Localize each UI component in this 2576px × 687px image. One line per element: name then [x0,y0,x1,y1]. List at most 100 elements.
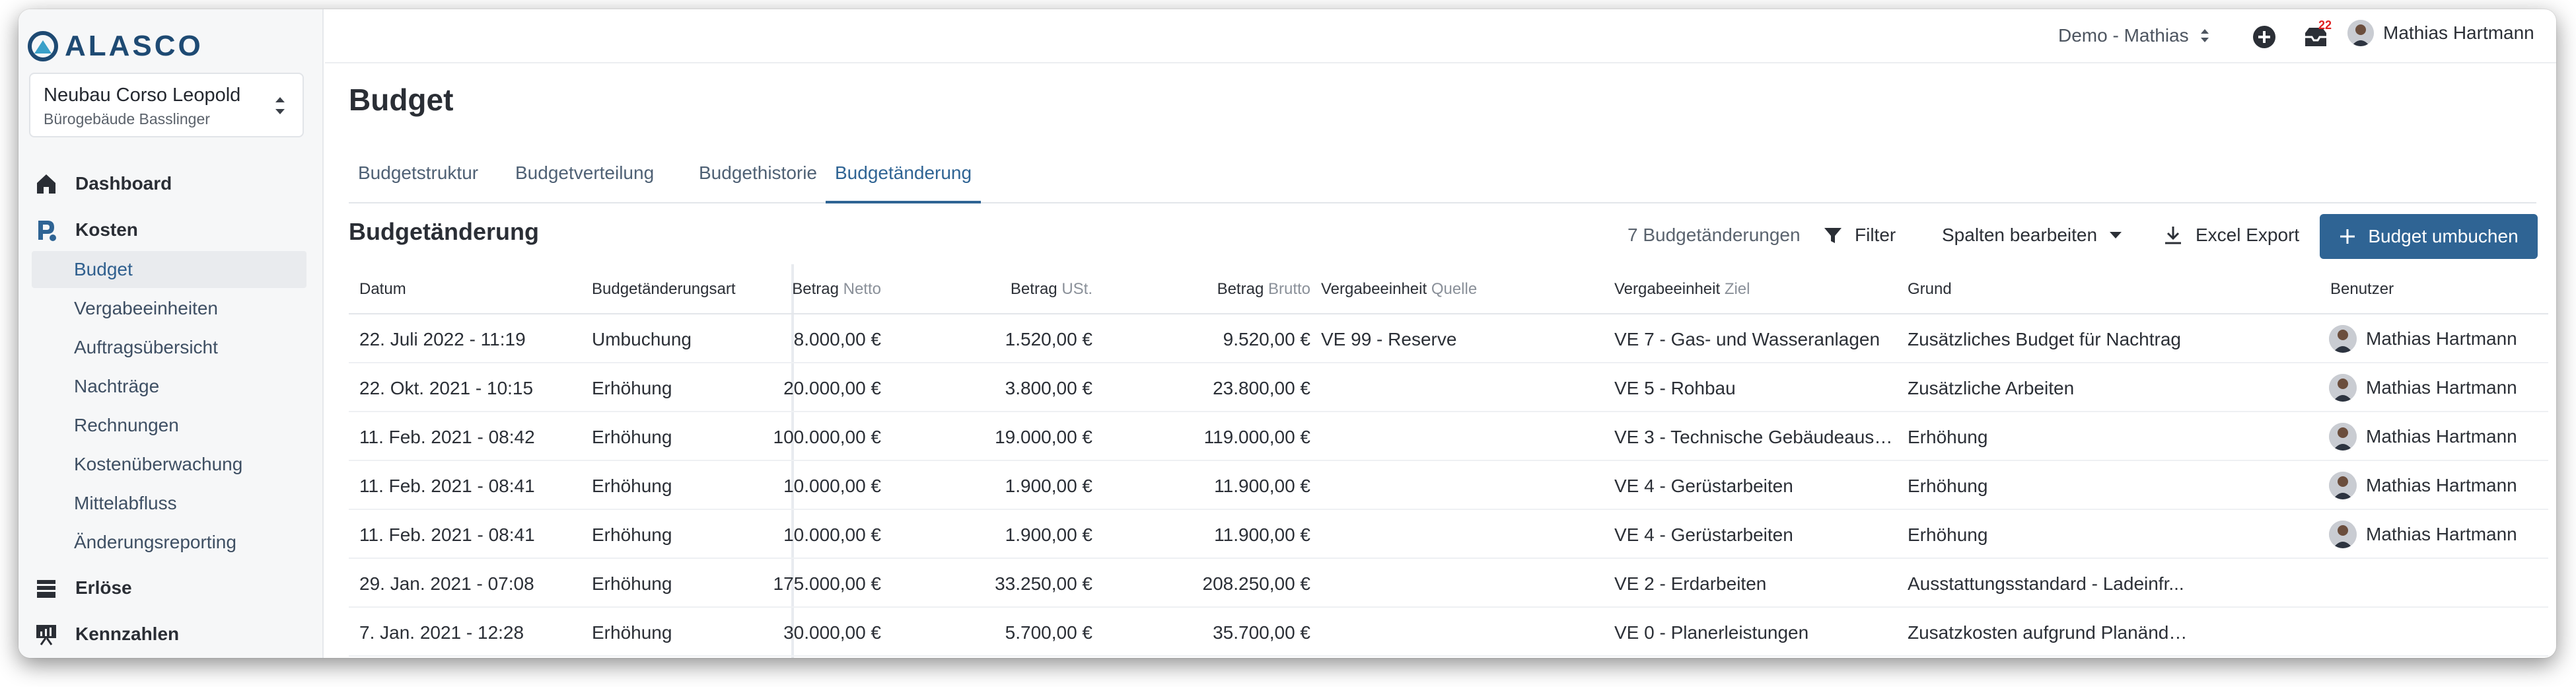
sidebar-item-rechnungen[interactable]: Rechnungen [32,407,306,444]
cell-grund: Erhöhung [1908,427,1988,447]
col-brutto[interactable]: Betrag Brutto [1217,280,1310,299]
nav-erloese[interactable]: Erlöse [18,569,309,606]
cell-ust: 3.800,00 € [1005,378,1092,398]
result-count: 7 Budgetänderungen [1628,225,1801,245]
notifications-inbox-icon[interactable]: 22 [2303,18,2332,50]
cell-benutzer-name: Mathias Hartmann [2366,377,2517,398]
tab-budgetstruktur[interactable]: Budgetstruktur [349,163,487,203]
cell-ziel: VE 3 - Technische Gebäudeausrüs [1614,427,1897,447]
user-menu[interactable]: Mathias Hartmann [2347,20,2534,46]
plus-icon [2340,229,2355,244]
table-row[interactable]: 11. Feb. 2021 - 08:41 Erhöhung 10.000,00… [349,510,2548,559]
table-body: 22. Juli 2022 - 11:19 Umbuchung 8.000,00… [349,314,2548,657]
avatar [2329,521,2357,548]
add-icon[interactable] [2251,24,2277,50]
table-row[interactable]: 11. Feb. 2021 - 08:41 Erhöhung 10.000,00… [349,461,2548,510]
sidebar-item-vergabeeinheiten[interactable]: Vergabeeinheiten [32,290,306,327]
cell-grund: Zusätzliche Arbeiten [1908,378,2075,398]
page-title: Budget [349,83,454,117]
col-art[interactable]: Budgetänderungsart [592,280,736,299]
sidebar-item-nachtraege[interactable]: Nachträge [32,368,306,405]
cell-grund: Erhöhung [1908,524,1988,545]
sidebar-item-budget[interactable]: Budget [32,251,306,288]
cell-ziel: VE 7 - Gas- und Wasseranlagen [1614,329,1880,349]
nav-dashboard[interactable]: Dashboard [18,165,309,202]
nav-dashboard-label: Dashboard [75,173,172,194]
filter-button[interactable]: Filter [1823,217,1896,254]
cell-brutto: 119.000,00 € [1203,427,1310,447]
col-datum[interactable]: Datum [359,280,406,299]
cell-brutto: 23.800,00 € [1213,378,1310,398]
table-row[interactable]: 22. Juli 2022 - 11:19 Umbuchung 8.000,00… [349,314,2548,363]
col-grund[interactable]: Grund [1908,280,1952,299]
cell-ust: 19.000,00 € [995,427,1092,447]
cell-ziel: VE 5 - Rohbau [1614,378,1736,398]
tenant-switcher[interactable]: Demo - Mathias [2058,25,2210,46]
home-icon [33,170,59,197]
cell-datum: 11. Feb. 2021 - 08:41 [359,476,535,496]
cost-icon [33,217,59,243]
app-window: ALASCO Neubau Corso Leopold Bürogebäude … [18,9,2556,658]
cell-benutzer-name: Mathias Hartmann [2366,426,2517,447]
nav-kosten[interactable]: Kosten [18,211,309,248]
project-subtitle: Bürogebäude Basslinger [44,110,210,127]
revenue-icon [33,575,59,601]
tab-budgetverteilung[interactable]: Budgetverteilung [506,163,663,203]
col-ziel[interactable]: Vergabeeinheit Ziel [1614,280,1750,299]
filter-icon [1824,228,1842,243]
chevron-down-icon [2110,232,2122,238]
cell-brutto: 11.900,00 € [1214,524,1310,545]
project-selector[interactable]: Neubau Corso Leopold Bürogebäude Basslin… [29,73,304,137]
col-quelle[interactable]: Vergabeeinheit Quelle [1321,280,1477,299]
sidebar-item-auftragsuebersicht[interactable]: Auftragsübersicht [32,329,306,366]
cell-netto: 10.000,00 € [783,524,881,545]
col-ust[interactable]: Betrag USt. [1011,280,1092,299]
cell-netto: 175.000,00 € [773,573,882,594]
cell-benutzer: Mathias Hartmann [2329,521,2517,548]
table-row[interactable]: 22. Okt. 2021 - 10:15 Erhöhung 20.000,00… [349,363,2548,412]
budget-changes-table: Datum Budgetänderungsart Betrag Netto Be… [349,264,2548,658]
edit-columns-button[interactable]: Spalten bearbeiten [1942,217,2122,254]
sidebar-item-kostenueberwachung[interactable]: Kostenüberwachung [32,446,306,483]
section-title: Budgetänderung [349,218,539,245]
cell-ust: 33.250,00 € [995,573,1092,594]
topbar: Demo - Mathias 22 Mathias Hartmann [325,9,2556,63]
table-row[interactable]: 11. Feb. 2021 - 08:42 Erhöhung 100.000,0… [349,412,2548,461]
logo-text: ALASCO [65,30,203,62]
nav-kosten-label: Kosten [75,219,138,240]
avatar [2329,325,2357,353]
presentation-chart-icon [33,621,59,647]
avatar [2329,374,2357,402]
table-row[interactable]: 29. Jan. 2021 - 07:08 Erhöhung 175.000,0… [349,559,2548,608]
cell-brutto: 208.250,00 € [1202,573,1311,594]
logo[interactable]: ALASCO [28,22,203,70]
cell-ziel: VE 2 - Erdarbeiten [1614,573,1767,594]
cell-grund: Erhöhung [1908,476,1988,496]
tenant-name: Demo - Mathias [2058,25,2189,46]
excel-export-button[interactable]: Excel Export [2163,217,2299,254]
cell-datum: 22. Okt. 2021 - 10:15 [359,378,534,398]
nav-kennzahlen-label: Kennzahlen [75,624,180,644]
table-header: Datum Budgetänderungsart Betrag Netto Be… [349,264,2548,314]
cell-ust: 1.520,00 € [1005,329,1092,349]
cell-netto: 8.000,00 € [793,329,881,349]
excel-export-label: Excel Export [2196,225,2300,245]
table-row[interactable]: 7. Jan. 2021 - 12:28 Erhöhung 30.000,00 … [349,608,2548,657]
col-netto[interactable]: Betrag Netto [792,280,881,299]
cell-ust: 5.700,00 € [1005,622,1092,643]
avatar [2347,20,2374,46]
nav-kennzahlen[interactable]: Kennzahlen [18,616,309,653]
budget-umbuchen-button[interactable]: Budget umbuchen [2320,214,2538,259]
sidebar-item-mittelabfluss[interactable]: Mittelabfluss [32,485,306,522]
cell-brutto: 11.900,00 € [1214,476,1310,496]
cell-benutzer-name: Mathias Hartmann [2366,328,2517,349]
tab-budgethistorie[interactable]: Budgethistorie [690,163,826,203]
col-benutzer[interactable]: Benutzer [2330,280,2394,299]
tab-budgetaenderung[interactable]: Budgetänderung [826,163,982,203]
sidebar-item-aenderungsreporting[interactable]: Änderungsreporting [32,524,306,561]
cell-datum: 7. Jan. 2021 - 12:28 [359,622,524,643]
cell-ziel: VE 4 - Gerüstarbeiten [1614,524,1793,545]
cell-brutto: 35.700,00 € [1213,622,1310,643]
cell-quelle: VE 99 - Reserve [1321,329,1457,349]
download-icon [2165,227,2181,244]
